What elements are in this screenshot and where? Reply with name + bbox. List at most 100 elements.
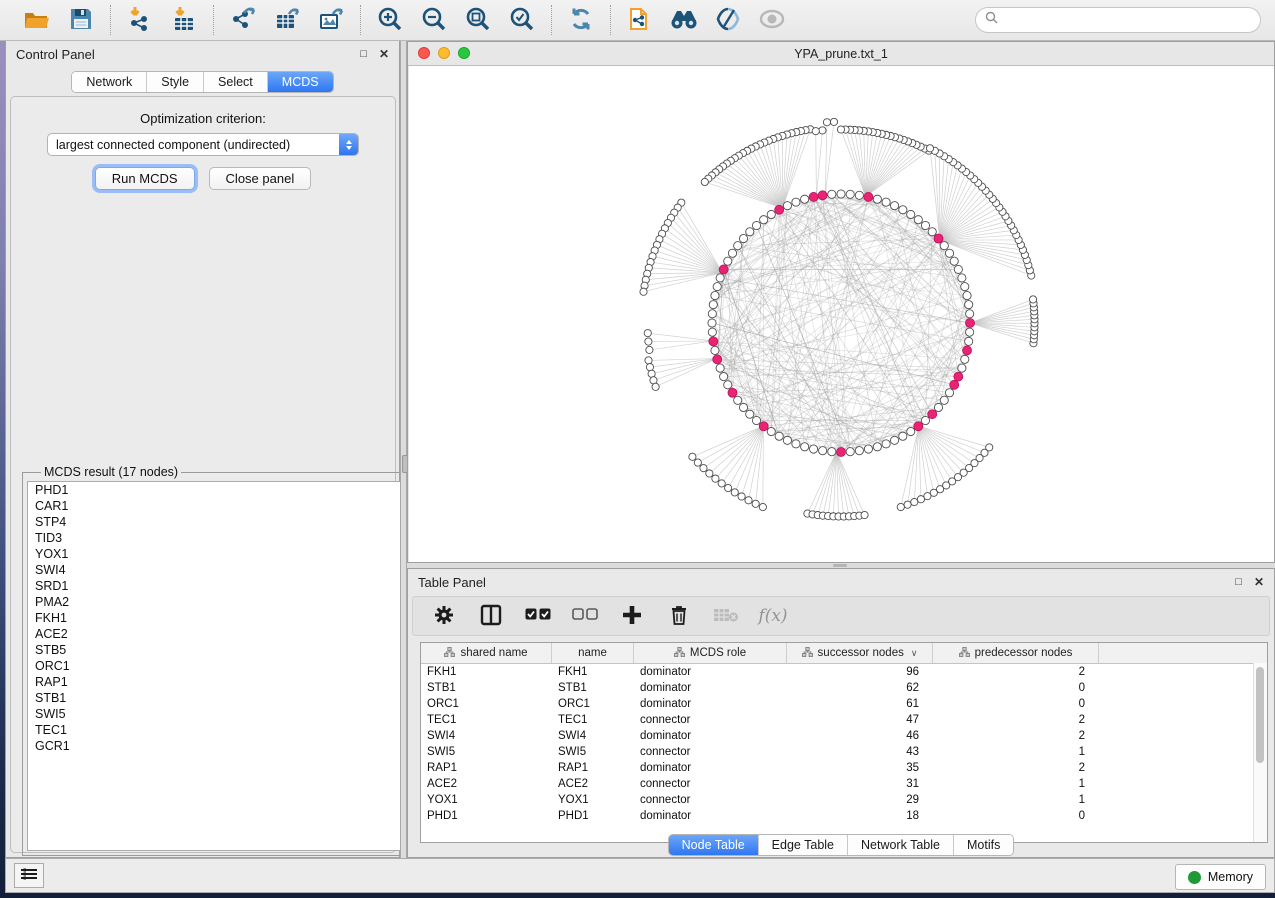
run-mcds-button[interactable]: Run MCDS [95,167,195,190]
memory-label: Memory [1208,870,1253,884]
table-row[interactable]: PHD1PHD1dominator180 [421,808,1267,824]
network-window-titlebar[interactable]: YPA_prune.txt_1 [408,42,1274,66]
horizontal-splitter-grip[interactable] [833,564,847,567]
table-row[interactable]: ORC1ORC1dominator610 [421,696,1267,712]
mcds-result-item[interactable]: GCR1 [28,738,411,754]
close-table-panel-icon[interactable]: ✕ [1254,576,1264,588]
mcds-result-item[interactable]: SRD1 [28,578,411,594]
sort-chevron-icon: ∨ [911,648,918,659]
cell-predecessor-nodes: 0 [933,696,1099,712]
table-row[interactable]: SWI5SWI5connector431 [421,744,1267,760]
tree-icon [959,647,970,660]
network-window: YPA_prune.txt_1 [407,41,1275,563]
mcds-result-item[interactable]: YOX1 [28,546,411,562]
status-menu-button[interactable] [14,863,44,888]
column-header-shared-name[interactable]: shared name [421,643,552,663]
memory-button[interactable]: Memory [1175,864,1266,890]
mcds-result-item[interactable]: ORC1 [28,658,411,674]
mcds-result-item[interactable]: STB1 [28,690,411,706]
table-row[interactable]: FKH1FKH1dominator962 [421,664,1267,680]
mcds-result-item[interactable]: STB5 [28,642,411,658]
table-row[interactable]: SWI4SWI4dominator462 [421,728,1267,744]
table-scrollbar[interactable] [1253,663,1267,842]
save-session-button[interactable] [66,5,96,35]
cell-successor-nodes: 18 [787,808,933,824]
find-button[interactable] [669,5,699,35]
select-all-button[interactable] [525,603,551,629]
import-network-button[interactable] [125,5,155,35]
export-image-icon [318,6,344,35]
export-image-button[interactable] [316,5,346,35]
cell-name: YOX1 [552,792,634,808]
column-header-successor-nodes[interactable]: successor nodes∨ [787,643,933,663]
mcds-result-item[interactable]: FKH1 [28,610,411,626]
export-table-button[interactable] [272,5,302,35]
network-view[interactable] [409,66,1274,562]
tab-edge-table[interactable]: Edge Table [759,835,848,855]
column-header-filler [1099,643,1267,663]
mcds-result-item[interactable]: STP4 [28,514,411,530]
add-column-button[interactable] [619,603,645,629]
mcds-result-item[interactable]: ACE2 [28,626,411,642]
zoom-in-button[interactable] [375,5,405,35]
close-panel-icon[interactable]: ✕ [379,48,389,60]
tab-node-table[interactable]: Node Table [669,835,759,855]
cell-successor-nodes: 47 [787,712,933,728]
column-header-predecessor-nodes[interactable]: predecessor nodes [933,643,1099,663]
optimization-criterion-select[interactable]: largest connected component (undirected) [47,133,359,156]
close-panel-button[interactable]: Close panel [209,167,312,190]
zoom-selected-icon [509,6,535,35]
table-row[interactable]: TEC1TEC1connector472 [421,712,1267,728]
cell-name: STB1 [552,680,634,696]
tab-select[interactable]: Select [204,72,268,92]
delete-column-button[interactable] [666,603,692,629]
mcds-result-item[interactable]: CAR1 [28,498,411,514]
table-row[interactable]: STB1STB1dominator620 [421,680,1267,696]
table-row[interactable]: RAP1RAP1dominator352 [421,760,1267,776]
tab-network-table[interactable]: Network Table [848,835,954,855]
zoom-selected-button[interactable] [507,5,537,35]
tab-network[interactable]: Network [72,72,147,92]
mcds-result-item[interactable]: SWI4 [28,562,411,578]
refresh-layout-button[interactable] [566,5,596,35]
new-network-from-selection-icon [627,5,653,36]
mcds-result-item[interactable]: RAP1 [28,674,411,690]
new-network-from-selection-button[interactable] [625,5,655,35]
search-input[interactable] [1003,12,1260,28]
zoom-out-button[interactable] [419,5,449,35]
search-box[interactable] [975,7,1261,33]
mcds-result-item[interactable]: SWI5 [28,706,411,722]
mcds-result-list[interactable]: PHD1CAR1STP4TID3YOX1SWI4SRD1PMA2FKH1ACE2… [27,481,412,851]
column-header-MCDS-role[interactable]: MCDS role [634,643,787,663]
import-table-button[interactable] [169,5,199,35]
vertical-splitter[interactable] [400,41,407,858]
visual-style-button[interactable] [713,5,743,35]
deselect-all-button[interactable] [572,603,598,629]
float-table-panel-icon[interactable]: □ [1235,577,1242,588]
tab-style[interactable]: Style [147,72,204,92]
cell-MCDS-role: dominator [634,760,787,776]
float-panel-icon[interactable]: □ [360,49,367,60]
zoom-fit-button[interactable] [463,5,493,35]
tab-motifs[interactable]: Motifs [954,835,1013,855]
mcds-result-item[interactable]: TEC1 [28,722,411,738]
cell-predecessor-nodes: 1 [933,744,1099,760]
table-row[interactable]: ACE2ACE2connector311 [421,776,1267,792]
settings-button[interactable] [431,603,457,629]
delete-table-icon [713,606,739,627]
optimization-criterion-value: largest connected component (undirected) [48,138,339,152]
open-session-button[interactable] [22,5,52,35]
maximize-window-icon[interactable] [458,47,470,59]
cell-name: FKH1 [552,664,634,680]
table-row[interactable]: YOX1YOX1connector291 [421,792,1267,808]
tab-mcds[interactable]: MCDS [268,72,333,92]
column-header-name[interactable]: name [552,643,634,663]
close-window-icon[interactable] [418,47,430,59]
export-network-button[interactable] [228,5,258,35]
split-panel-button[interactable] [478,603,504,629]
table-scrollbar-thumb[interactable] [1256,667,1264,763]
mcds-result-item[interactable]: PHD1 [28,482,411,498]
mcds-result-item[interactable]: PMA2 [28,594,411,610]
minimize-window-icon[interactable] [438,47,450,59]
mcds-result-item[interactable]: TID3 [28,530,411,546]
